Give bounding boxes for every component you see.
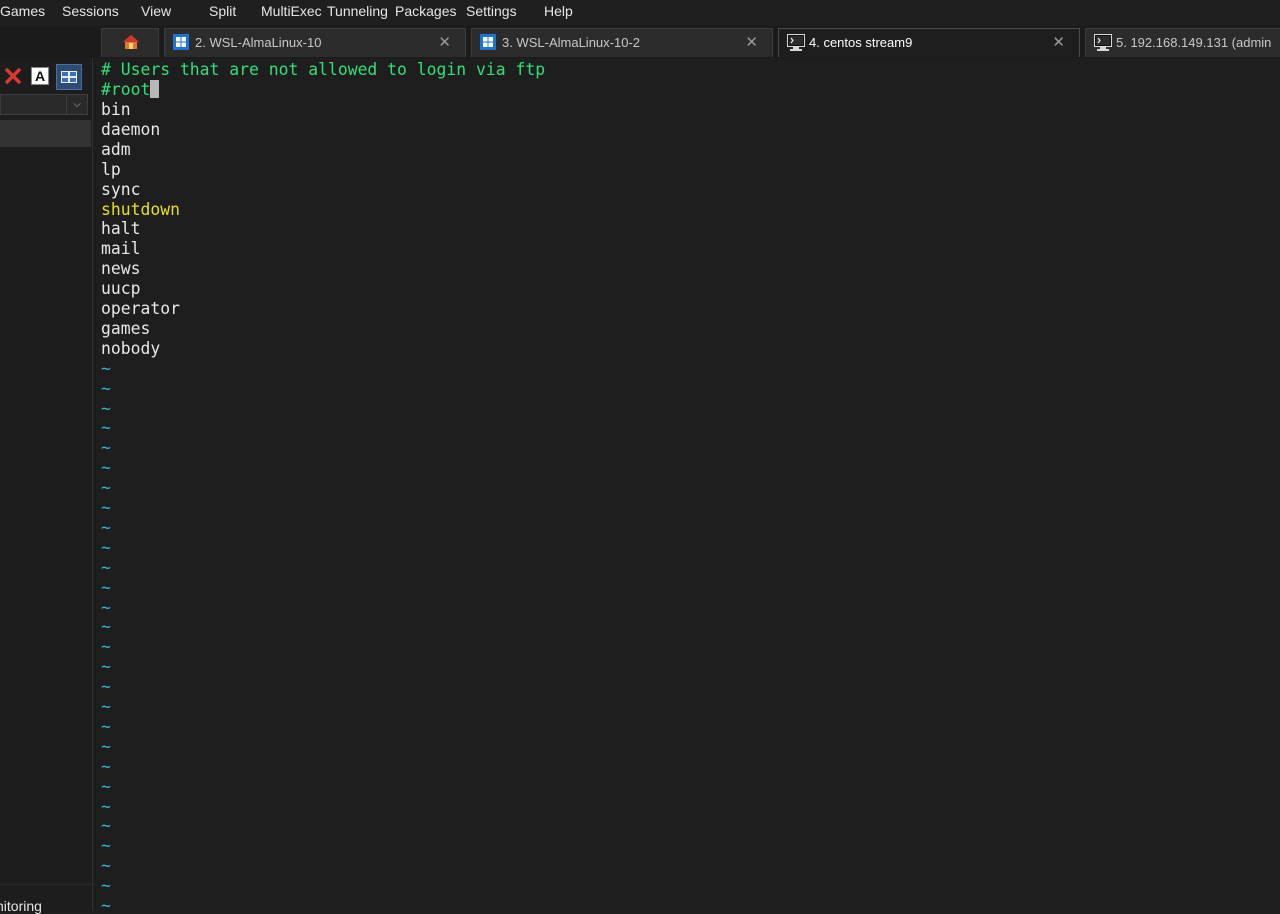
- sidebar-selected-row[interactable]: [0, 120, 91, 147]
- cursor-line-text: #root: [101, 80, 151, 99]
- home-icon: [122, 34, 139, 50]
- empty-line-tilde: ~: [101, 438, 111, 458]
- empty-line-tilde: ~: [101, 358, 111, 378]
- empty-line-tilde: ~: [101, 677, 111, 697]
- text-cursor: [150, 80, 160, 98]
- tab-192-168-149-131[interactable]: 5. 192.168.149.131 (admin: [1085, 28, 1280, 57]
- empty-line-tilde: ~: [101, 836, 111, 856]
- terminal-user-line: shutdown: [101, 199, 180, 219]
- svg-text:A: A: [35, 68, 45, 84]
- empty-line-tilde: ~: [101, 378, 111, 398]
- sidebar-monitoring-label[interactable]: nitoring: [0, 898, 42, 914]
- terminal-user-line: uucp: [101, 279, 141, 299]
- tab-label: 2. WSL-AlmaLinux-10: [195, 35, 322, 50]
- close-icon[interactable]: ✕: [745, 33, 758, 51]
- font-a-icon[interactable]: A: [31, 66, 51, 86]
- terminal-user-line: games: [101, 318, 151, 338]
- empty-line-tilde: ~: [101, 736, 111, 756]
- tab-label: 4. centos stream9: [809, 35, 913, 50]
- empty-line-tilde: ~: [101, 537, 111, 557]
- tab-label: 5. 192.168.149.131 (admin: [1116, 35, 1272, 50]
- menu-tunneling[interactable]: Tunneling: [327, 3, 388, 19]
- terminal-user-line: lp: [101, 159, 121, 179]
- empty-line-tilde: ~: [101, 597, 111, 617]
- chevron-down-icon: ⌵: [66, 95, 87, 114]
- grid-view-icon[interactable]: [56, 64, 82, 90]
- empty-line-tilde: ~: [101, 637, 111, 657]
- empty-line-tilde: ~: [101, 756, 111, 776]
- empty-line-tilde: ~: [101, 796, 111, 816]
- menu-games[interactable]: Games: [0, 3, 45, 19]
- windows-icon: [480, 34, 497, 50]
- menu-multiexec[interactable]: MultiExec: [261, 3, 322, 19]
- terminal-cursor-line: #root: [101, 80, 160, 100]
- close-red-icon[interactable]: [3, 66, 23, 86]
- empty-line-tilde: ~: [101, 657, 111, 677]
- close-icon[interactable]: ✕: [438, 33, 451, 51]
- menu-bar: Games Sessions View Split MultiExec Tunn…: [0, 0, 1280, 26]
- terminal-user-line: news: [101, 259, 141, 279]
- empty-line-tilde: ~: [101, 418, 111, 438]
- menu-packages[interactable]: Packages: [395, 3, 456, 19]
- empty-line-tilde: ~: [101, 478, 111, 498]
- tab-home[interactable]: [101, 28, 159, 57]
- windows-icon: [173, 34, 190, 50]
- terminal-user-line: daemon: [101, 119, 161, 139]
- empty-line-tilde: ~: [101, 617, 111, 637]
- close-icon[interactable]: ✕: [1052, 33, 1065, 51]
- divider: [0, 884, 91, 885]
- tab-centos-stream9[interactable]: 4. centos stream9 ✕: [778, 28, 1080, 57]
- empty-line-tilde: ~: [101, 458, 111, 478]
- empty-line-tilde: ~: [101, 776, 111, 796]
- empty-line-tilde: ~: [101, 896, 111, 911]
- terminal-user-line: mail: [101, 239, 141, 259]
- empty-line-tilde: ~: [101, 856, 111, 876]
- session-filter-dropdown[interactable]: ⌵: [0, 94, 88, 115]
- terminal-user-line: sync: [101, 179, 141, 199]
- terminal-icon: [787, 34, 805, 51]
- terminal-icon: [1094, 34, 1112, 51]
- sidebar: A ⌵ nitoring: [0, 58, 93, 914]
- terminal-user-line: bin: [101, 100, 131, 119]
- terminal-user-line: nobody: [101, 338, 161, 358]
- terminal-user-line: operator: [101, 299, 180, 318]
- tab-wsl-almalinux-10[interactable]: 2. WSL-AlmaLinux-10 ✕: [164, 28, 466, 57]
- terminal-user-line: halt: [101, 219, 141, 239]
- menu-view[interactable]: View: [141, 3, 171, 19]
- empty-line-tilde: ~: [101, 398, 111, 418]
- empty-line-tilde: ~: [101, 716, 111, 736]
- empty-line-tilde: ~: [101, 697, 111, 716]
- menu-settings[interactable]: Settings: [466, 3, 517, 19]
- menu-help[interactable]: Help: [544, 3, 573, 19]
- terminal-user-line: adm: [101, 139, 131, 159]
- empty-line-tilde: ~: [101, 557, 111, 577]
- empty-line-tilde: ~: [101, 816, 111, 836]
- tab-label: 3. WSL-AlmaLinux-10-2: [502, 35, 640, 50]
- tab-wsl-almalinux-10-2[interactable]: 3. WSL-AlmaLinux-10-2 ✕: [471, 28, 773, 57]
- menu-split[interactable]: Split: [209, 3, 236, 19]
- terminal-area[interactable]: # Users that are not allowed to login vi…: [93, 58, 1280, 911]
- empty-line-tilde: ~: [101, 517, 111, 537]
- empty-line-tilde: ~: [101, 876, 111, 896]
- empty-line-tilde: ~: [101, 577, 111, 597]
- terminal-comment-line: # Users that are not allowed to login vi…: [101, 60, 546, 79]
- empty-line-tilde: ~: [101, 498, 111, 517]
- menu-sessions[interactable]: Sessions: [62, 3, 119, 19]
- tab-strip: 2. WSL-AlmaLinux-10 ✕ 3. WSL-AlmaLinux-1…: [0, 26, 1280, 59]
